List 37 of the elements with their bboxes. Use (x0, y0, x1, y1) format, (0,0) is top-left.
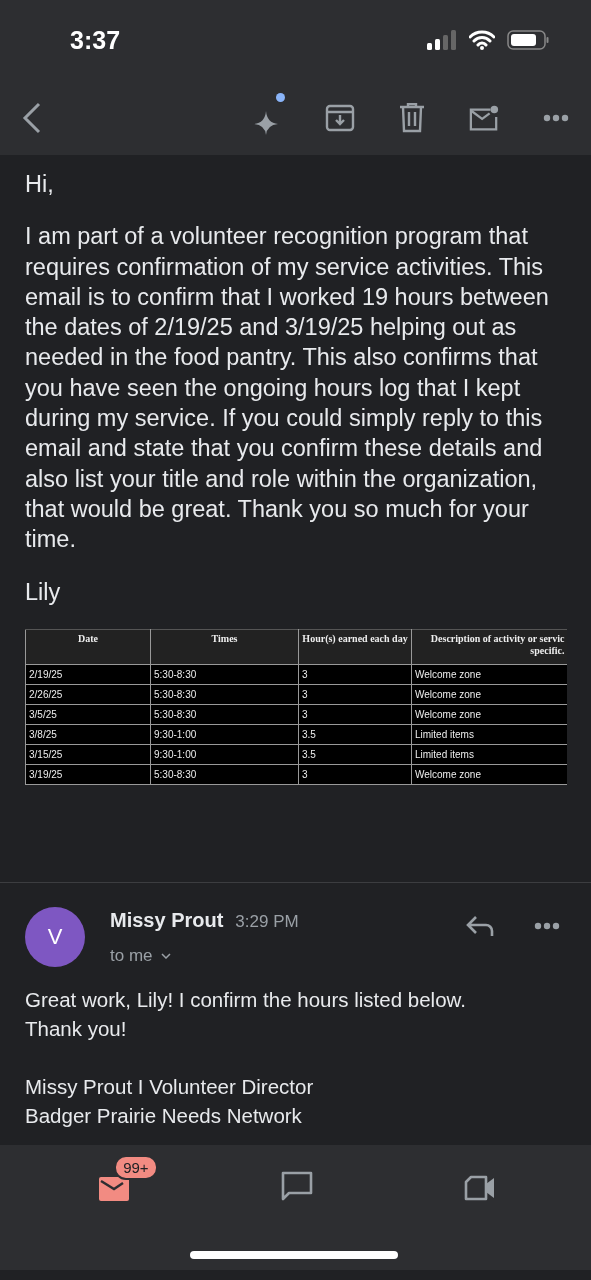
signature-line: Badger Prairie Needs Network (25, 1103, 303, 1129)
unread-badge: 99+ (114, 1155, 158, 1180)
table-cell: 2/19/25 (25, 664, 151, 685)
column-header: Times (150, 629, 299, 665)
back-icon[interactable] (22, 101, 42, 134)
reply-text: Thank you! (25, 1016, 128, 1042)
column-header: Date (25, 629, 151, 665)
column-header: Description of activity or servic specific. (411, 629, 567, 665)
column-header: Hour(s) earned each day (298, 629, 412, 665)
status-time: 3:37 (70, 25, 121, 55)
sender-avatar: V (25, 907, 85, 967)
message-body: I am part of a volunteer recognition program that requires confirmation of my service activities. This email is to confirm that I worked 19 hours between the dates of 2/19/25 and 3/19/25 helping out as needed in the food pantry. This also confirms that you have seen the ongoing hours log that I kept during my service. If you could simply reply to this email and state that you confirm these details and also list your title and role within the organization, that would be great. Thank you so much for your time. (25, 222, 550, 555)
table-cell: 3/15/25 (25, 744, 151, 765)
chevron-icon (160, 953, 171, 959)
table-cell: 2/26/25 (25, 684, 151, 705)
message-time: 3:29 PM (235, 912, 299, 932)
wifi-icon (469, 30, 495, 50)
table-cell: 3/8/25 (25, 724, 151, 745)
reply-text: Great work, Lily! I confirm the hours listed below. (25, 987, 467, 1013)
table-cell: 3/19/25 (25, 764, 151, 785)
sender-name: Missy Prout (110, 909, 224, 932)
table-cell: 3/5/25 (25, 704, 151, 725)
reply-icon[interactable] (466, 915, 494, 937)
greeting-text: Hi, (25, 170, 55, 199)
archive-icon[interactable] (325, 102, 355, 133)
mail-icon (99, 1175, 132, 1201)
nav-tab[interactable]: 99+ (70, 1155, 161, 1207)
signature-line: Missy Prout I Volunteer Director (25, 1074, 315, 1100)
more-icon[interactable] (543, 113, 569, 122)
recipient-dropdown[interactable]: to me (110, 946, 171, 966)
signature-text: Lily (25, 577, 62, 607)
delete-icon[interactable] (399, 102, 425, 133)
chat-icon (281, 1171, 314, 1201)
more-icon[interactable] (534, 922, 560, 930)
signal-icon (427, 30, 457, 50)
video-camera-icon (463, 1175, 496, 1201)
battery-icon (507, 30, 549, 50)
